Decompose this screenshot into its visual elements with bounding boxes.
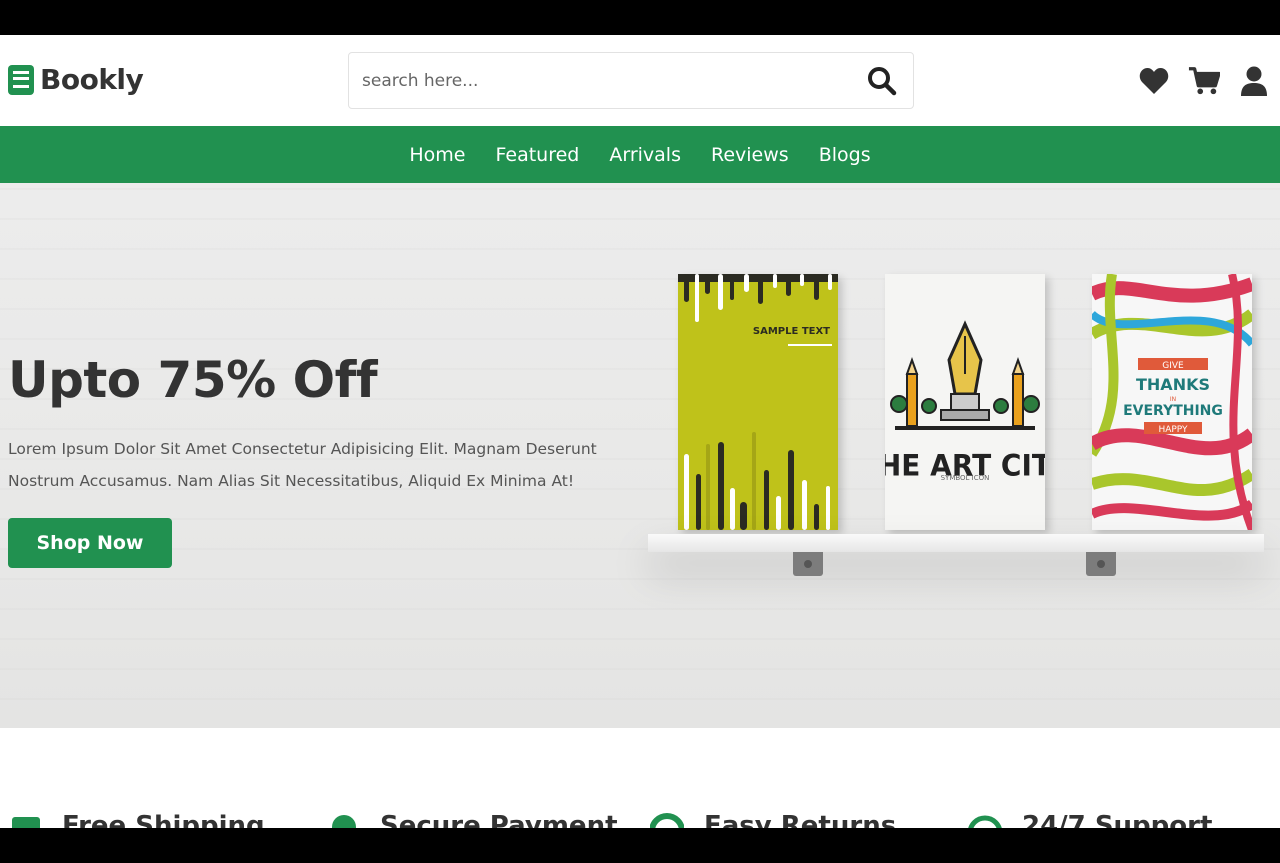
search-button[interactable]: [851, 53, 913, 108]
search-icon: [868, 66, 897, 95]
truck-icon: [12, 817, 40, 828]
shelf-bracket-right: [1086, 552, 1116, 576]
book-cover-2[interactable]: THE ART CITY SYMBOL ICON: [885, 274, 1045, 530]
nav-blogs[interactable]: Blogs: [819, 144, 871, 166]
feature-support: 24/7 Support: [968, 811, 1212, 828]
main-nav: Home Featured Arrivals Reviews Blogs: [0, 126, 1280, 183]
header: Bookly: [0, 35, 1280, 126]
user-icon: [1241, 66, 1267, 96]
book-1-text: SAMPLE TEXT: [753, 326, 830, 337]
account-button[interactable]: [1238, 65, 1270, 97]
header-icons: [1138, 65, 1270, 97]
book-3-line3: IN: [1170, 396, 1176, 403]
shelf-bracket-left: [793, 552, 823, 576]
page: Bookly search here... Home Featured Arri…: [0, 35, 1280, 828]
nav-home[interactable]: Home: [409, 144, 465, 166]
feature-payment: Secure Payment: [330, 811, 618, 828]
hero-section: Upto 75% Off Lorem Ipsum Dolor Sit Amet …: [0, 183, 1280, 728]
hero-description: Lorem Ipsum Dolor Sit Amet Consectetur A…: [8, 440, 597, 490]
headset-icon: [968, 815, 1002, 828]
shop-now-button[interactable]: Shop Now: [8, 518, 172, 568]
book-3-line5: HAPPY: [1158, 425, 1188, 435]
feature-support-label: 24/7 Support: [1022, 811, 1213, 828]
letterbox-bottom: [0, 828, 1280, 863]
wishlist-button[interactable]: [1138, 65, 1170, 97]
feature-returns: Easy Returns: [650, 811, 896, 828]
feature-shipping: Free Shipping: [12, 811, 265, 828]
logo-link[interactable]: Bookly: [8, 63, 144, 96]
lock-icon: [332, 815, 356, 828]
nav-reviews[interactable]: Reviews: [711, 144, 789, 166]
heart-icon: [1139, 68, 1169, 94]
feature-returns-label: Easy Returns: [704, 811, 897, 828]
book-icon: [8, 64, 34, 95]
book-cover-3[interactable]: GIVE THANKS IN EVERYTHING HAPPY: [1092, 274, 1252, 530]
book-2-subtitle: SYMBOL ICON: [941, 474, 990, 482]
search-input[interactable]: [349, 53, 851, 108]
shelf-board: [648, 534, 1264, 552]
hero-title: Upto 75% Off: [8, 351, 378, 409]
features-strip: Free Shipping Secure Payment Easy Return…: [0, 805, 1280, 828]
logo-text: Bookly: [40, 63, 144, 96]
book-cover-1[interactable]: SAMPLE TEXT: [678, 274, 838, 530]
feature-shipping-label: Free Shipping: [62, 811, 265, 828]
nav-arrivals[interactable]: Arrivals: [609, 144, 681, 166]
feature-payment-label: Secure Payment: [380, 811, 618, 828]
letterbox-top: [0, 0, 1280, 35]
book-3-line1: GIVE: [1162, 361, 1184, 371]
book-3-line4: EVERYTHING: [1123, 403, 1223, 419]
search-form: [348, 52, 914, 109]
return-icon: [650, 813, 684, 828]
cart-button[interactable]: [1188, 65, 1220, 97]
nav-featured[interactable]: Featured: [496, 144, 580, 166]
book-shelf: SAMPLE TEXT E ART CI SYMBOL ICON GIVE TH…: [645, 268, 1270, 628]
cart-icon: [1188, 67, 1220, 95]
book-3-line2: THANKS: [1136, 375, 1210, 394]
